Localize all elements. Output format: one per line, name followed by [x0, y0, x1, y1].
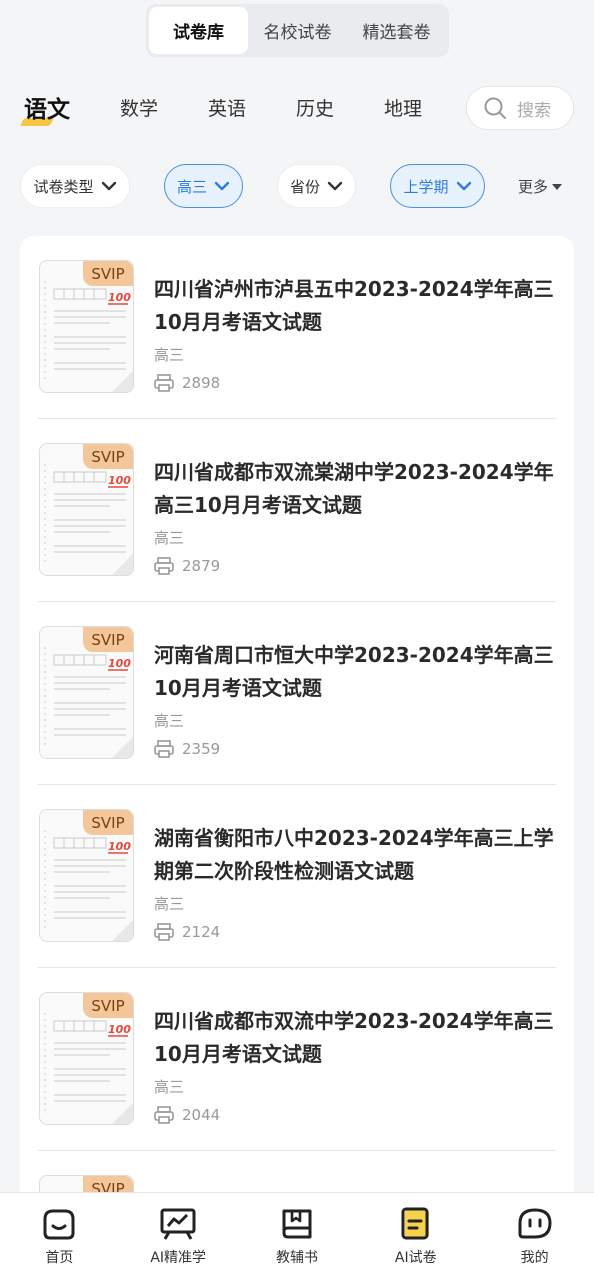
- print-count: 2898: [154, 374, 220, 392]
- paper-grade: 高三: [154, 895, 185, 913]
- print-count-value: 2044: [182, 1106, 221, 1124]
- paper-thumbnail: 100 SVIP: [39, 443, 134, 576]
- filter-paper-type[interactable]: 试卷类型: [20, 164, 130, 208]
- nav-label: 教辅书: [275, 1250, 318, 1266]
- svip-badge: SVIP: [83, 993, 133, 1018]
- subject-tab-history[interactable]: 历史: [296, 94, 334, 121]
- printer-icon: [154, 1106, 174, 1124]
- paper-title: 河南省周口市恒大中学2023-2024学年高三10月月考语文试题: [154, 643, 554, 700]
- paper-grade: 高三: [154, 346, 185, 364]
- paper-title: 四川省泸州市泸县五中2023-2024学年高三10月月考语文试题: [154, 277, 554, 334]
- search-placeholder: 搜索: [517, 100, 551, 121]
- svip-badge: SVIP: [83, 627, 133, 652]
- profile-icon: [518, 1208, 552, 1239]
- svg-text:100: 100: [108, 657, 131, 670]
- more-label: 更多: [518, 178, 549, 196]
- print-count: 2359: [154, 740, 220, 758]
- chevron-down-icon: [327, 181, 343, 191]
- list-item[interactable]: 100 SVIP 河南省周口市恒大中学2023-2024学年高三10月月考语文试…: [38, 602, 556, 785]
- nav-profile[interactable]: 我的: [475, 1193, 594, 1280]
- svip-badge: SVIP: [83, 261, 133, 286]
- filter-province[interactable]: 省份: [277, 164, 356, 208]
- print-count-value: 2124: [182, 923, 221, 941]
- filter-grade[interactable]: 高三: [164, 164, 243, 208]
- search-icon: [484, 97, 506, 119]
- paper-thumbnail: 100 SVIP: [39, 992, 134, 1125]
- svg-text:100: 100: [108, 474, 131, 487]
- subject-tab-chinese[interactable]: 语文: [20, 90, 70, 126]
- chevron-down-icon: [101, 181, 116, 191]
- filter-label: 上学期: [403, 177, 449, 196]
- printer-icon: [154, 923, 174, 941]
- nav-ai-exam[interactable]: AI试卷: [356, 1193, 475, 1280]
- list-item[interactable]: 100 SVIP 四川省成都市双流中学2023-2024学年高三10月月考语文试…: [38, 968, 556, 1151]
- print-count: 2044: [154, 1106, 220, 1124]
- print-count-value: 2359: [182, 740, 221, 758]
- top-segment-tabs: 试卷库 名校试卷 精选套卷: [146, 4, 449, 57]
- paper-grade: 高三: [154, 712, 185, 730]
- home-icon: [43, 1209, 75, 1240]
- subject-tab-english[interactable]: 英语: [208, 94, 246, 121]
- tab-famous-school-papers[interactable]: 名校试卷: [248, 7, 347, 54]
- svg-text:100: 100: [108, 1023, 131, 1036]
- paper-title: 湖南省衡阳市八中2023-2024学年高三上学期第二次阶段性检测语文试题: [154, 826, 554, 883]
- svip-badge: SVIP: [83, 444, 133, 469]
- nav-label: 首页: [45, 1250, 74, 1266]
- paper-title: 四川省成都市双流中学2023-2024学年高三10月月考语文试题: [154, 1009, 554, 1066]
- svip-badge: SVIP: [83, 810, 133, 835]
- nav-home[interactable]: 首页: [0, 1193, 119, 1280]
- tab-paper-library[interactable]: 试卷库: [149, 7, 248, 54]
- paper-list: 100 SVIP 四川省泸州市泸县五中2023-2024学年高三10月月考语文试…: [20, 236, 574, 1236]
- caret-down-icon: [552, 183, 563, 190]
- nav-label: AI精准学: [150, 1250, 207, 1266]
- paper-thumbnail: 100 SVIP: [39, 260, 134, 393]
- svg-text:100: 100: [108, 840, 131, 853]
- search-box[interactable]: 搜索: [466, 86, 574, 130]
- subject-tab-label: 语文: [24, 97, 70, 123]
- nav-ai-precise-learning[interactable]: AI精准学: [119, 1193, 238, 1280]
- printer-icon: [154, 740, 174, 758]
- nav-label: 我的: [520, 1250, 549, 1266]
- more-filters-button[interactable]: 更多: [518, 176, 563, 197]
- printer-icon: [154, 374, 174, 392]
- print-count-value: 2898: [182, 374, 221, 392]
- list-item[interactable]: 100 SVIP 湖南省衡阳市八中2023-2024学年高三上学期第二次阶段性检…: [38, 785, 556, 968]
- filter-label: 试卷类型: [33, 177, 94, 196]
- printer-icon: [154, 557, 174, 575]
- exam-paper-icon: [401, 1207, 429, 1240]
- paper-thumbnail: 100 SVIP: [39, 626, 134, 759]
- list-item[interactable]: 100 SVIP 四川省泸州市泸县五中2023-2024学年高三10月月考语文试…: [38, 236, 556, 419]
- filter-semester[interactable]: 上学期: [390, 164, 485, 208]
- list-item[interactable]: 100 SVIP 四川省成都市双流棠湖中学2023-2024学年高三10月月考语…: [38, 419, 556, 602]
- svg-text:100: 100: [108, 291, 131, 304]
- nav-textbook[interactable]: 教辅书: [238, 1193, 357, 1280]
- filter-label: 高三: [176, 177, 207, 196]
- subject-tab-math[interactable]: 数学: [120, 94, 158, 121]
- paper-title: 四川省成都市双流棠湖中学2023-2024学年高三10月月考语文试题: [154, 460, 554, 517]
- chart-board-icon: [160, 1208, 196, 1240]
- book-icon: [282, 1209, 312, 1239]
- nav-label: AI试卷: [394, 1250, 437, 1266]
- print-count-value: 2879: [182, 557, 221, 575]
- filter-label: 省份: [289, 177, 320, 196]
- print-count: 2124: [154, 923, 220, 941]
- paper-grade: 高三: [154, 1078, 185, 1096]
- subject-tab-geography[interactable]: 地理: [384, 94, 422, 121]
- chevron-down-icon: [214, 181, 230, 191]
- tab-selected-paper-sets[interactable]: 精选套卷: [347, 7, 446, 54]
- paper-thumbnail: 100 SVIP: [39, 809, 134, 942]
- paper-grade: 高三: [154, 529, 185, 547]
- print-count: 2879: [154, 557, 220, 575]
- bottom-nav: 首页 AI精准学 教辅书 AI试卷 我的: [0, 1192, 594, 1280]
- chevron-down-icon: [456, 181, 471, 191]
